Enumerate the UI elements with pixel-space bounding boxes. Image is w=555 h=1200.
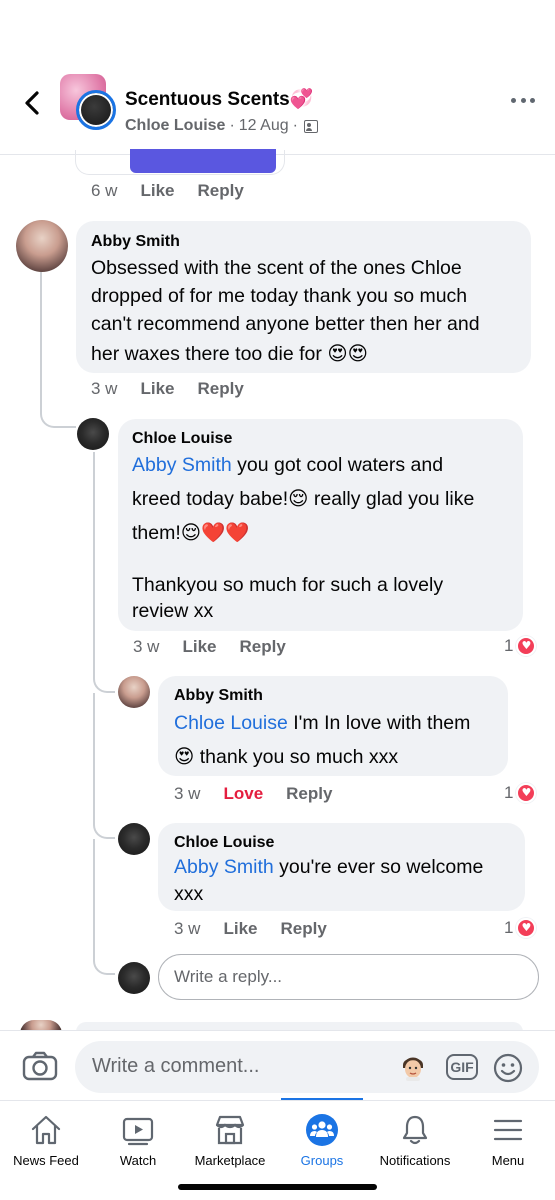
group-title[interactable]: Scentuous Scents💞 bbox=[125, 87, 313, 111]
tab-news-feed[interactable]: News Feed bbox=[0, 1101, 92, 1181]
comment-time: 3 w bbox=[174, 919, 201, 938]
thread-connector bbox=[40, 270, 76, 428]
menu-icon bbox=[493, 1119, 523, 1141]
like-button[interactable]: Like bbox=[140, 181, 174, 201]
group-post-header: Scentuous Scents💞 Chloe Louise · 12 Aug … bbox=[0, 60, 555, 155]
comment-bubble: Chloe Louise Abby Smith you got cool wat… bbox=[118, 419, 523, 631]
author-avatar bbox=[76, 90, 116, 130]
comment-bubble: Abby Smith Chloe Louise I'm In love with… bbox=[158, 676, 508, 776]
reply-button[interactable]: Reply bbox=[286, 784, 332, 804]
more-options-icon[interactable] bbox=[511, 95, 535, 105]
relieved-hearts-emoji: 😌❤️❤️ bbox=[180, 521, 250, 544]
subtitle-separator: · bbox=[229, 117, 235, 134]
avatar[interactable] bbox=[118, 676, 150, 708]
reaction-summary[interactable]: 1 bbox=[504, 636, 537, 656]
comment-text: Obsessed with the scent of the ones Chlo… bbox=[91, 254, 480, 368]
group-avatar[interactable] bbox=[60, 74, 116, 130]
comment-author[interactable]: Abby Smith bbox=[91, 233, 180, 251]
thread-connector bbox=[93, 839, 115, 975]
comment-bubble: Chloe Louise Abby Smith you're ever so w… bbox=[158, 823, 525, 911]
reply-button[interactable]: Reply bbox=[198, 379, 244, 399]
comment-actions: 6 w Like Reply bbox=[91, 181, 244, 201]
tab-menu[interactable]: Menu bbox=[462, 1101, 554, 1181]
reaction-summary[interactable]: 1 bbox=[504, 783, 537, 803]
reply-input[interactable]: Write a reply... bbox=[158, 954, 539, 1000]
comment-author[interactable]: Abby Smith bbox=[174, 687, 263, 705]
tab-marketplace[interactable]: Marketplace bbox=[184, 1101, 276, 1181]
tab-groups[interactable]: Groups bbox=[276, 1101, 368, 1181]
avatar[interactable] bbox=[118, 823, 150, 855]
mention-link[interactable]: Chloe Louise bbox=[174, 712, 288, 734]
comment-input[interactable]: Write a comment... GIF bbox=[75, 1041, 539, 1093]
reaction-summary[interactable]: 1 bbox=[504, 918, 537, 938]
love-button[interactable]: Love bbox=[223, 784, 263, 804]
love-reaction-icon bbox=[516, 636, 537, 656]
emoji-picker-icon[interactable] bbox=[493, 1053, 523, 1083]
camera-icon[interactable] bbox=[22, 1051, 58, 1081]
relieved-face-emoji: 😌 bbox=[288, 487, 309, 510]
mention-link[interactable]: Abby Smith bbox=[174, 856, 274, 878]
comment-composer: Write a comment... GIF bbox=[0, 1030, 555, 1100]
clipped-comment-image bbox=[130, 149, 276, 173]
current-user-avatar bbox=[118, 962, 150, 994]
thread-connector bbox=[93, 693, 115, 839]
comment-author[interactable]: Chloe Louise bbox=[132, 430, 232, 448]
comment-text: Abby Smith you're ever so welcome xxx bbox=[174, 856, 484, 905]
tab-notifications[interactable]: Notifications bbox=[368, 1101, 462, 1181]
like-button[interactable]: Like bbox=[223, 919, 257, 939]
comment-bubble: Abby Smith Obsessed with the scent of th… bbox=[76, 221, 531, 373]
comment-actions: 3 w Love Reply bbox=[174, 784, 332, 804]
reply-button[interactable]: Reply bbox=[240, 637, 286, 657]
post-author[interactable]: Chloe Louise bbox=[125, 117, 225, 135]
comment-text: Abby Smith you got cool waters and kreed… bbox=[132, 454, 475, 622]
bell-icon bbox=[402, 1115, 428, 1145]
avatar-sticker-icon[interactable] bbox=[400, 1053, 426, 1081]
love-reaction-icon bbox=[516, 918, 537, 938]
mention-link[interactable]: Abby Smith bbox=[132, 454, 232, 476]
heart-eyes-emoji: 😍😍 bbox=[327, 342, 368, 365]
like-button[interactable]: Like bbox=[140, 379, 174, 399]
comment-actions: 3 w Like Reply bbox=[91, 379, 244, 399]
back-arrow-icon[interactable] bbox=[18, 88, 48, 118]
comment-author[interactable]: Chloe Louise bbox=[174, 834, 274, 852]
tab-watch[interactable]: Watch bbox=[92, 1101, 184, 1181]
comment-text: Chloe Louise I'm In love with them 😍 tha… bbox=[174, 707, 470, 774]
revolving-hearts-emoji: 💞 bbox=[289, 88, 314, 110]
avatar[interactable] bbox=[77, 418, 109, 450]
reaction-count: 1 bbox=[504, 636, 514, 655]
reaction-count: 1 bbox=[504, 783, 514, 802]
comment-time: 3 w bbox=[91, 379, 118, 398]
marketplace-icon bbox=[215, 1115, 245, 1145]
like-button[interactable]: Like bbox=[182, 637, 216, 657]
avatar[interactable] bbox=[16, 220, 68, 272]
reply-button[interactable]: Reply bbox=[281, 919, 327, 939]
heart-eyes-emoji: 😍 bbox=[174, 745, 195, 768]
reaction-count: 1 bbox=[504, 918, 514, 937]
comment-time: 3 w bbox=[174, 784, 201, 803]
clipped-comment-bubble bbox=[75, 149, 285, 175]
watch-icon bbox=[122, 1117, 154, 1146]
love-reaction-icon bbox=[516, 783, 537, 803]
members-privacy-icon bbox=[303, 119, 318, 133]
reply-button[interactable]: Reply bbox=[198, 181, 244, 201]
comment-time: 3 w bbox=[133, 637, 160, 656]
thread-connector bbox=[93, 452, 115, 693]
subtitle-separator: · bbox=[292, 117, 298, 134]
comment-time: 6 w bbox=[91, 181, 118, 200]
post-subtitle: Chloe Louise · 12 Aug · bbox=[125, 117, 318, 135]
comment-actions: 3 w Like Reply bbox=[133, 637, 286, 657]
groups-icon bbox=[306, 1114, 338, 1146]
comment-placeholder: Write a comment... bbox=[92, 1055, 260, 1077]
home-icon bbox=[31, 1115, 61, 1145]
comment-actions: 3 w Like Reply bbox=[174, 919, 327, 939]
gif-button[interactable]: GIF bbox=[446, 1054, 478, 1080]
post-date[interactable]: 12 Aug bbox=[239, 117, 289, 135]
home-indicator bbox=[178, 1184, 377, 1190]
